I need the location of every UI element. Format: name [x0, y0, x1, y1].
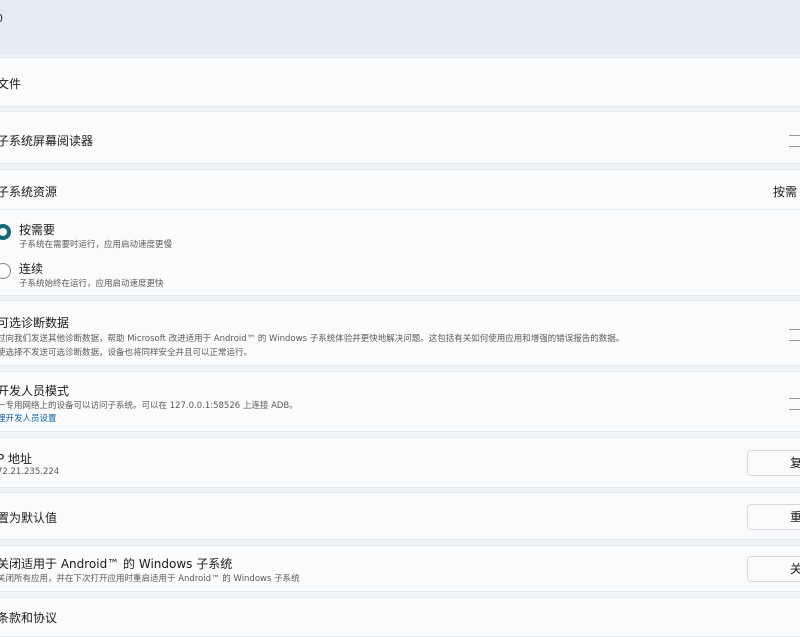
reset-row: 置为默认值 重 — [0, 492, 800, 540]
option-label: 按需要 — [19, 223, 56, 237]
copy-button[interactable]: 复 — [747, 450, 800, 476]
ip-value: 72.21.235.224 — [0, 467, 60, 477]
diagnostics-desc-1: 过向我们发送其他诊断数据，帮助 Microsoft 改进适用于 Android™… — [0, 334, 625, 344]
screen-reader-row[interactable]: 子系统屏幕阅读器 — [0, 111, 800, 164]
resources-title: 子系统资源 — [0, 185, 58, 199]
diagnostics-row[interactable]: 可选诊断数据 过向我们发送其他诊断数据，帮助 Microsoft 改进适用于 A… — [0, 300, 800, 366]
shutdown-title: 关闭适用于 Android™ 的 Windows 子系统 — [0, 557, 233, 571]
reset-button[interactable]: 重 — [747, 504, 800, 530]
toggle-switch[interactable] — [789, 398, 800, 410]
option-desc: 子系统始终在运行，应用启动速度更快 — [19, 279, 164, 289]
ip-title: P 地址 — [0, 452, 33, 466]
diagnostics-desc-2: 使选择不发送可选诊断数据，设备也将同样安全并且可以正常运行。 — [0, 348, 253, 358]
developer-desc: 一专用网络上的设备可以访问子系统。可以在 127.0.0.1:58526 上连接… — [0, 401, 298, 411]
option-label: 连续 — [19, 262, 44, 276]
chevron-right-icon[interactable] — [789, 135, 800, 147]
manage-developer-settings-link[interactable]: 理开发人员设置 — [0, 412, 57, 424]
files-row[interactable]: 文件 — [0, 57, 800, 107]
resources-section: 子系统资源 按需 按需要 子系统在需要时运行，应用启动速度更慢 连续 子系统始终… — [0, 169, 800, 296]
terms-row[interactable]: 条款和协议 — [0, 597, 800, 637]
diagnostics-title: 可选诊断数据 — [0, 316, 70, 330]
title-bar: 0 — [0, 0, 800, 55]
reset-title: 置为默认值 — [0, 511, 58, 525]
radio-unselected-icon[interactable] — [0, 263, 11, 279]
toggle-switch[interactable] — [789, 329, 800, 341]
resources-dropdown[interactable]: 按需 — [773, 183, 797, 200]
radio-selected-icon[interactable] — [0, 224, 11, 240]
divider — [0, 209, 800, 210]
shutdown-row: 关闭适用于 Android™ 的 Windows 子系统 关闭所有应用，并在下次… — [0, 545, 800, 592]
screen-reader-title: 子系统屏幕阅读器 — [0, 134, 94, 148]
developer-title: 开发人员模式 — [0, 384, 70, 398]
ip-address-row: P 地址 72.21.235.224 复 — [0, 437, 800, 488]
shutdown-desc: 关闭所有应用，并在下次打开应用时重启适用于 Android™ 的 Windows… — [0, 574, 300, 584]
files-title: 文件 — [0, 77, 22, 91]
version-text: 0 — [0, 12, 3, 25]
developer-mode-row[interactable]: 开发人员模式 一专用网络上的设备可以访问子系统。可以在 127.0.0.1:58… — [0, 371, 800, 432]
shutdown-button[interactable]: 关 — [747, 556, 800, 582]
option-desc: 子系统在需要时运行，应用启动速度更慢 — [19, 240, 173, 250]
terms-title: 条款和协议 — [0, 611, 58, 625]
